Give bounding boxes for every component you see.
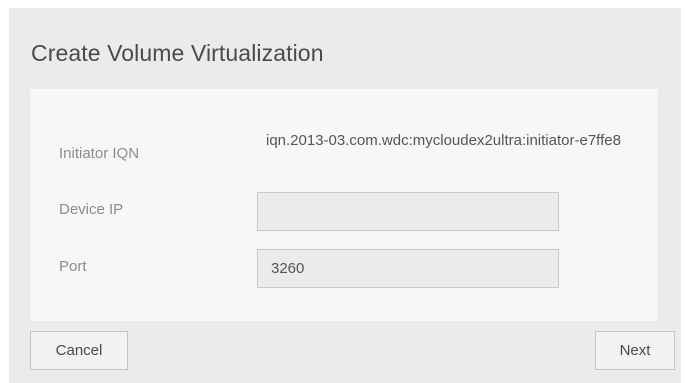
create-volume-virtualization-dialog: Create Volume Virtualization Initiator I… [9, 8, 681, 383]
cancel-button[interactable]: Cancel [30, 331, 128, 370]
initiator-iqn-label: Initiator IQN [59, 145, 140, 162]
port-input[interactable] [257, 249, 559, 288]
device-ip-label: Device IP [59, 201, 124, 218]
initiator-iqn-value: iqn.2013-03.com.wdc:mycloudex2ultra:init… [266, 132, 621, 149]
device-ip-input[interactable] [257, 192, 559, 231]
form-panel: Initiator IQN iqn.2013-03.com.wdc:myclou… [30, 89, 658, 321]
next-button[interactable]: Next [595, 331, 675, 370]
port-label: Port [59, 258, 87, 275]
dialog-title: Create Volume Virtualization [31, 40, 324, 66]
